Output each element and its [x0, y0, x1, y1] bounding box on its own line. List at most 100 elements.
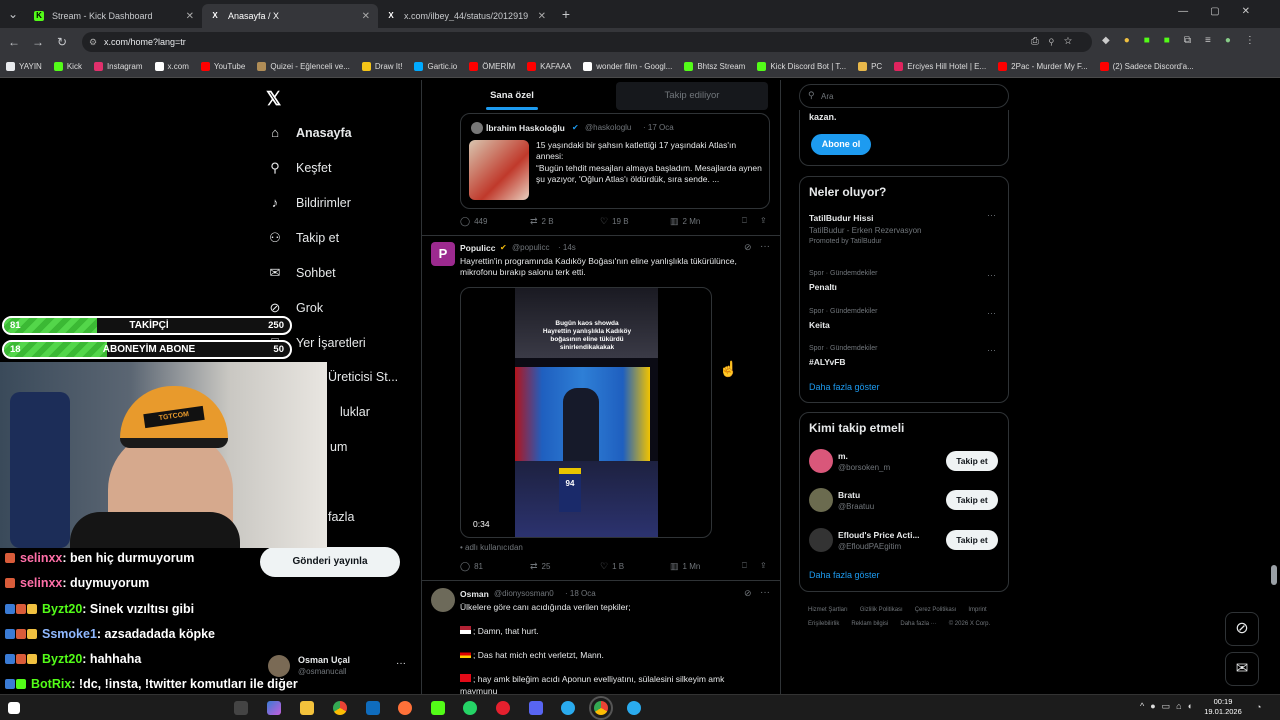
sidebar-item[interactable]: fazla — [328, 510, 354, 524]
trend-item[interactable]: TatilBudur Hissi TatilBudur - Erken Rezer… — [809, 210, 999, 249]
follow-suggestion[interactable]: m. @borsoken_m Takip et — [800, 449, 1008, 475]
follow-button[interactable]: Takip et — [946, 490, 998, 510]
grok-icon[interactable]: ⊘ — [744, 242, 752, 253]
more-icon[interactable]: ··· — [987, 210, 996, 220]
search-input[interactable]: ⚲ Ara — [799, 84, 1009, 108]
file-explorer-icon[interactable] — [300, 701, 314, 715]
tab-search-icon[interactable]: ⌄ — [0, 7, 26, 21]
scrollbar-thumb[interactable] — [1271, 565, 1277, 585]
share-button[interactable]: ⇪ — [760, 216, 767, 225]
bookmark-item[interactable]: Quizei - Eğlenceli ve... — [257, 62, 350, 71]
reply-button[interactable]: ◯ 81 — [460, 561, 483, 572]
post-author[interactable]: Populicc — [460, 243, 495, 253]
extensions-area[interactable]: ◆ ● ■ ■ ⧉ ≡ ● ⋮ — [1102, 35, 1272, 49]
system-tray[interactable]: ^●▭⌂◐ — [1140, 701, 1199, 712]
sidebar-item[interactable]: ⚲ Keşfet — [266, 160, 331, 176]
follow-button[interactable]: Takip et — [946, 451, 998, 471]
outlook-icon[interactable] — [366, 701, 380, 715]
discord-icon[interactable] — [529, 701, 543, 715]
grok-float-button[interactable]: ⊘ — [1225, 612, 1259, 646]
close-icon[interactable]: ✕ — [186, 11, 194, 22]
extension-icon[interactable]: ◆ — [1102, 35, 1110, 49]
avatar[interactable] — [431, 588, 455, 612]
chrome-active-icon[interactable] — [589, 696, 613, 720]
show-more-link[interactable]: Daha fazla göster — [809, 570, 880, 580]
whatsapp-icon[interactable] — [463, 701, 477, 715]
bookmark-item[interactable]: PC — [858, 62, 882, 71]
sidebar-item[interactable]: ✉ Sohbet — [266, 265, 336, 281]
opera-icon[interactable] — [496, 701, 510, 715]
x-logo-icon[interactable]: 𝕏 — [266, 88, 281, 111]
address-bar[interactable]: ⚙ x.com/home?lang=tr ⎙⚲☆ — [82, 32, 1092, 52]
bookmark-item[interactable]: 2Pac - Murder My F... — [998, 62, 1088, 71]
bookmark-item[interactable]: wonder film - Googl... — [583, 62, 672, 71]
tab-kick-dashboard[interactable]: K Stream - Kick Dashboard ✕ — [26, 4, 202, 28]
grok-icon[interactable]: ⊘ — [744, 588, 752, 599]
follow-button[interactable]: Takip et — [946, 530, 998, 550]
sidebar-item[interactable]: ⌂ Anasayfa — [266, 125, 352, 140]
bookmark-item[interactable]: YAYIN — [6, 62, 42, 71]
bookmark-item[interactable]: Bhtsz Stream — [684, 62, 745, 71]
close-icon[interactable]: ✕ — [538, 11, 546, 22]
tab-x-status[interactable]: X x.com/ilbey_44/status/2012919 ✕ — [378, 4, 554, 28]
footer-link[interactable]: Daha fazla ··· — [900, 617, 936, 631]
new-tab-icon[interactable]: + — [554, 6, 578, 22]
repost-button[interactable]: ⇄ 25 — [530, 561, 550, 572]
clock[interactable]: 00:19 19.01.2026 — [1203, 697, 1243, 717]
share-button[interactable]: ⇪ — [760, 561, 767, 570]
trend-item[interactable]: Spor · Gündemdekiler #ALYvFB ··· — [809, 345, 999, 381]
quoted-tweet[interactable]: İbrahim Haskoloğlu ✔ @haskologlu · 17 Oc… — [460, 113, 770, 209]
extension-icon[interactable]: ● — [1124, 35, 1130, 49]
reload-icon[interactable]: ↻ — [50, 35, 74, 49]
post-author[interactable]: Osman — [460, 589, 489, 599]
footer-link[interactable]: Çerez Politikası — [915, 603, 957, 617]
reply-button[interactable]: ◯ 449 — [460, 216, 487, 227]
more-icon[interactable]: ··· — [396, 658, 406, 669]
sidebar-item[interactable]: Üreticisi St... — [328, 370, 398, 384]
more-icon[interactable]: ··· — [987, 345, 996, 355]
kick-icon[interactable] — [431, 701, 445, 715]
trend-item[interactable]: Spor · Gündemdekiler Keita ··· — [809, 308, 999, 344]
bookmark-item[interactable]: Erciyes Hill Hotel | E... — [894, 62, 986, 71]
footer-link[interactable]: Reklam bilgisi — [851, 617, 888, 631]
telegram-badge-icon[interactable] — [627, 701, 641, 715]
tab-x-home[interactable]: X Anasayfa / X ✕ — [202, 4, 378, 28]
tab-following[interactable]: Takip ediliyor — [602, 80, 780, 112]
sidebar-item[interactable]: ♪ Bildirimler — [266, 195, 351, 210]
footer-link[interactable]: © 2026 X Corp. — [949, 617, 990, 631]
chrome-icon[interactable] — [333, 701, 347, 715]
windows-start-icon[interactable] — [8, 702, 20, 714]
menu-list-icon[interactable]: ≡ — [1205, 35, 1211, 49]
like-button[interactable]: ♡ 1 B — [600, 561, 624, 572]
notification-icon[interactable]: ◔ — [1256, 702, 1261, 712]
extension-icon[interactable]: ■ — [1164, 35, 1170, 49]
bookmark-item[interactable]: (2) Sadece Discord'a... — [1099, 62, 1194, 71]
more-icon[interactable]: ··· — [987, 270, 996, 280]
extension-icon[interactable]: ■ — [1144, 35, 1150, 49]
views-button[interactable]: ▥ 1 Mn — [670, 561, 700, 572]
show-more-link[interactable]: Daha fazla göster — [809, 382, 880, 392]
more-icon[interactable]: ··· — [987, 308, 996, 318]
repost-button[interactable]: ⇄ 2 B — [530, 216, 554, 227]
kebab-menu-icon[interactable]: ⋮ — [1245, 35, 1255, 49]
sidebar-item[interactable]: ⊘ Grok — [266, 300, 324, 316]
task-view-icon[interactable] — [234, 701, 248, 715]
window-controls[interactable]: —▢✕ — [1178, 6, 1272, 17]
bookmark-item[interactable]: Kick Discord Bot | T... — [757, 62, 846, 71]
follow-suggestion[interactable]: Efloud's Price Acti... @EfloudPAEgitim Tak… — [800, 528, 1008, 554]
firefox-icon[interactable] — [398, 701, 412, 715]
more-icon[interactable]: ··· — [760, 587, 770, 598]
like-button[interactable]: ♡ 19 B — [600, 216, 629, 227]
bookmark-item[interactable]: Draw It! — [361, 62, 402, 71]
bookmark-item[interactable]: KAFAAA — [527, 62, 571, 71]
messages-float-button[interactable]: ✉ — [1225, 652, 1259, 686]
bookmark-item[interactable]: Kick — [53, 62, 82, 71]
puzzle-icon[interactable]: ⧉ — [1184, 35, 1191, 49]
bookmark-button[interactable]: ⎕ — [742, 216, 747, 226]
bookmark-item[interactable]: ÖMERİM — [469, 62, 515, 71]
video-player[interactable]: Bugün kaos showda Hayrettin yanlışlıkla … — [460, 287, 712, 538]
bookmark-item[interactable]: YouTube — [200, 62, 245, 71]
footer-link[interactable]: Hizmet Şartları — [808, 603, 848, 617]
bookmark-item[interactable]: Instagram — [93, 62, 143, 71]
bookmark-button[interactable]: ⎕ — [742, 561, 747, 571]
